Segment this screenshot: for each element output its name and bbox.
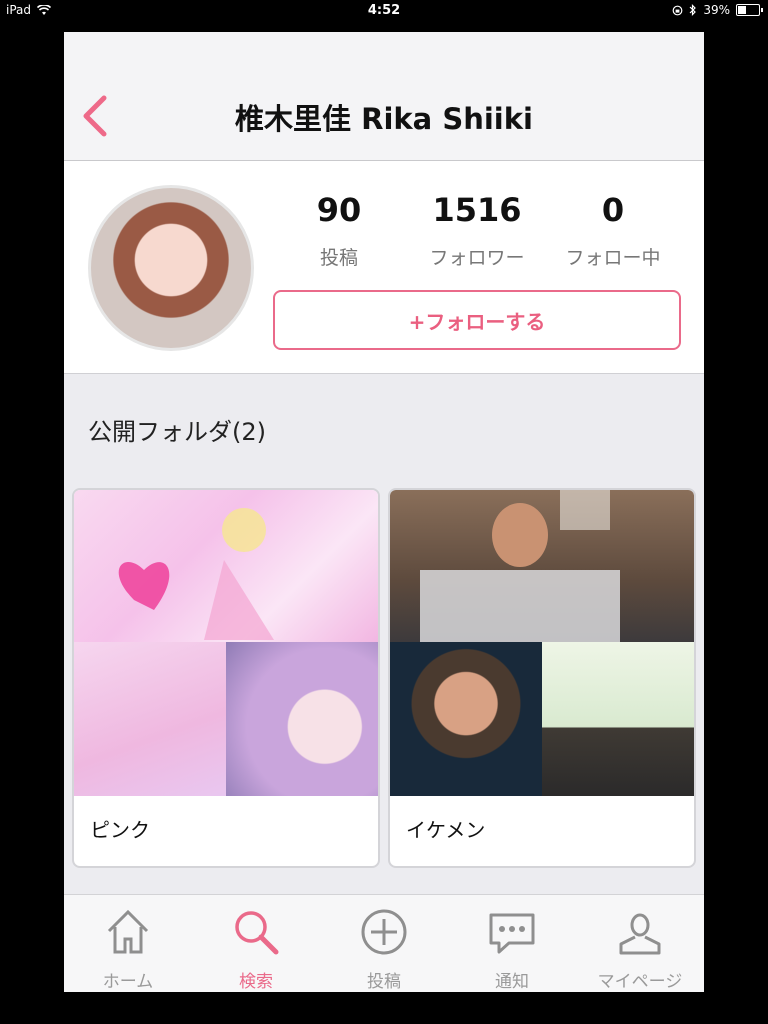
folder-photo [74,490,378,642]
battery-percent: 39% [703,3,730,17]
followers-label: フォロワー [429,247,525,269]
folder-card-ikemen[interactable]: イケメン [388,488,696,868]
search-icon [235,911,279,955]
following-count: 0 [601,191,625,229]
battery-icon [736,4,763,16]
following-label: フォロー中 [565,247,661,269]
tab-post[interactable]: 投稿 [320,895,448,992]
folder-name: ピンク [90,818,150,842]
follow-button[interactable]: +フォローする [273,290,681,350]
portrait-illustration [420,490,620,642]
bluetooth-icon [689,4,697,16]
status-bar: iPad 4:52 39% [0,0,768,22]
rotation-lock-icon [672,5,683,15]
avatar[interactable] [88,185,254,351]
tab-search[interactable]: 検索 [192,895,320,992]
page-title: 椎木里佳 Rika Shiiki [235,102,533,136]
stat-followers[interactable]: 1516 フォロワー [412,191,542,270]
tab-label: 投稿 [367,972,401,992]
heart-illustration [118,508,274,640]
tab-label: 検索 [239,972,273,992]
tab-home[interactable]: ホーム [64,895,192,992]
folder-photo [542,642,694,796]
tab-label: マイページ [597,972,683,992]
tab-mypage[interactable]: マイページ [576,895,704,992]
plus-circle-icon [361,909,407,955]
tab-bar: ホーム 検索 投稿 通知 マイページ [64,894,704,992]
public-folders-title: 公開フォルダ(2) [88,418,266,446]
stat-following[interactable]: 0 フォロー中 [548,191,678,270]
folder-name: イケメン [406,818,486,842]
folder-photo [74,642,226,796]
folder-card-pink[interactable]: ピンク [72,488,380,868]
stat-posts[interactable]: 90 投稿 [274,191,404,270]
home-icon [107,909,149,954]
folder-photo [390,490,694,642]
folder-photo [226,642,378,796]
navigation-bar: 椎木里佳 Rika Shiiki [64,32,704,161]
tab-label: ホーム [102,972,154,992]
status-time: 4:52 [367,3,401,18]
tab-notifications[interactable]: 通知 [448,895,576,992]
tab-label: 通知 [495,972,529,992]
chat-icon [489,913,535,954]
posts-count: 90 [316,191,362,229]
folder-photo [390,642,542,796]
profile-header: 90 投稿 1516 フォロワー 0 フォロー中 +フォローする [64,161,704,374]
app-screen: 椎木里佳 Rika Shiiki 90 投稿 1516 フォロワー 0 フォロー… [64,32,704,992]
followers-count: 1516 [432,191,522,229]
person-icon [619,913,661,955]
posts-label: 投稿 [319,247,358,269]
